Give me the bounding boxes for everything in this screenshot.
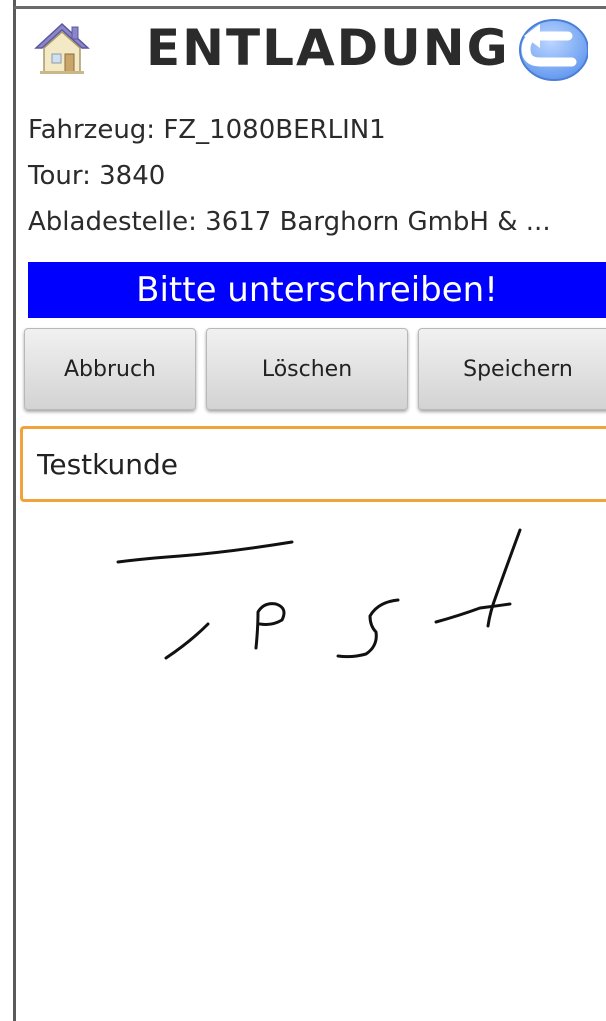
customer-name-input[interactable] [20, 426, 606, 502]
window-top-edge [14, 6, 606, 9]
home-icon[interactable] [32, 18, 92, 78]
clear-button[interactable]: Löschen [206, 328, 408, 410]
page-title: ENTLADUNG [146, 19, 510, 77]
unloading-point-info: Abladestelle: 3617 Barghorn GmbH & ... [28, 207, 551, 237]
cancel-button[interactable]: Abbruch [24, 328, 196, 410]
back-arrow-icon[interactable] [512, 18, 589, 82]
vehicle-info: Fahrzeug: FZ_1080BERLIN1 [28, 115, 386, 145]
signature-strokes [116, 528, 522, 660]
signature-pad[interactable] [20, 508, 606, 1018]
window-left-edge [0, 0, 16, 1021]
tour-info: Tour: 3840 [28, 161, 166, 191]
save-button[interactable]: Speichern [418, 328, 606, 410]
signature-screen: ENTLADUNG Fahrzeug: FZ_1080BERLIN1 Tour:… [0, 0, 606, 1021]
sign-prompt-banner: Bitte unterschreiben! [28, 262, 606, 318]
